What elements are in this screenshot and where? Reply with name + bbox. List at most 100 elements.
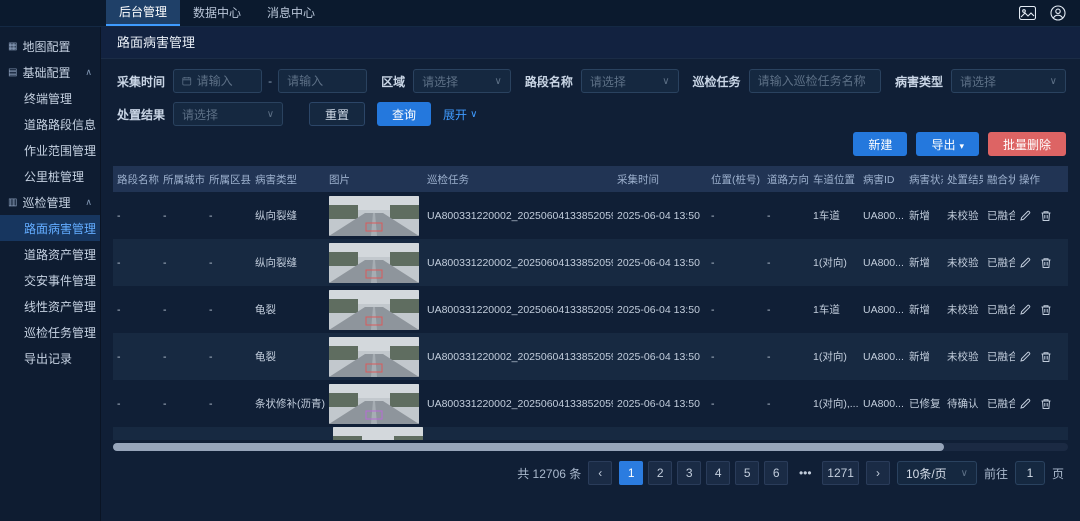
cell-city: - (159, 304, 205, 316)
sidebar-item[interactable]: 交安事件管理 (0, 267, 100, 293)
sidebar-item[interactable]: 作业范围管理 (0, 137, 100, 163)
date-end-input[interactable] (287, 74, 358, 88)
edit-icon[interactable] (1019, 257, 1031, 269)
cell-image (325, 384, 423, 424)
cell-dir: - (763, 351, 809, 363)
region-select[interactable]: 请选择 ∨ (413, 69, 511, 93)
goto-label: 前往 (984, 465, 1008, 482)
cell-road: - (113, 398, 159, 410)
sidebar-item-label: 公里桩管理 (24, 168, 84, 185)
search-button[interactable]: 查询 (377, 102, 431, 126)
edit-icon[interactable] (1019, 210, 1031, 222)
task-input-wrap[interactable] (749, 69, 881, 93)
delete-icon[interactable] (1040, 398, 1052, 410)
edit-icon[interactable] (1019, 398, 1031, 410)
road-name-select[interactable]: 请选择 ∨ (581, 69, 679, 93)
sidebar-item[interactable]: 终端管理 (0, 85, 100, 111)
app-window: 后台管理 数据中心 消息中心 ▦地图配置▤基础配置∧终端管理道路路段信息作业范围… (0, 0, 1080, 521)
edit-icon[interactable] (1019, 304, 1031, 316)
delete-icon[interactable] (1040, 257, 1052, 269)
date-end-input-wrap[interactable] (278, 69, 367, 93)
table-row: ---条状修补(沥青)UA800331220002_20250604133852… (113, 380, 1068, 427)
horizontal-scrollbar[interactable] (113, 443, 1068, 451)
create-button[interactable]: 新建 (853, 132, 907, 156)
delete-icon[interactable] (1040, 304, 1052, 316)
batch-delete-button[interactable]: 批量删除 (988, 132, 1066, 156)
calendar-icon (182, 75, 192, 87)
sidebar-item[interactable]: 导出记录 (0, 345, 100, 371)
goto-page-input[interactable] (1015, 461, 1045, 485)
page-button-4[interactable]: 4 (706, 461, 730, 485)
cell-operations (1015, 257, 1059, 269)
sidebar-item[interactable]: 道路资产管理 (0, 241, 100, 267)
table-row: ---龟裂UA800331220002_20250604133852059202… (113, 286, 1068, 333)
sidebar-item[interactable]: ▤基础配置∧ (0, 59, 100, 85)
export-button[interactable]: 导出▾ (916, 132, 979, 156)
cell-county: - (205, 398, 251, 410)
tab-data-center[interactable]: 数据中心 (180, 0, 254, 26)
page-button-1271[interactable]: 1271 (822, 461, 859, 485)
cell-time: 2025-06-04 13:50 (613, 257, 707, 269)
page-size-select[interactable]: 10条/页 ∨ (897, 461, 977, 485)
road-photo-thumbnail[interactable] (329, 337, 419, 377)
tab-message-center[interactable]: 消息中心 (254, 0, 328, 26)
road-photo-thumbnail[interactable] (329, 290, 419, 330)
page-button-6[interactable]: 6 (764, 461, 788, 485)
result-select-placeholder: 请选择 (182, 106, 218, 123)
disease-type-select-placeholder: 请选择 (960, 73, 996, 90)
road-photo-thumbnail[interactable] (329, 384, 419, 424)
column-header: 所属区县 (205, 172, 251, 187)
date-start-input[interactable] (197, 74, 254, 88)
expand-filters-link[interactable]: 展开 ∨ (443, 106, 477, 123)
page-button-3[interactable]: 3 (677, 461, 701, 485)
sidebar-item[interactable]: 道路路段信息 (0, 111, 100, 137)
sidebar-item-label: 巡检管理 (22, 194, 70, 211)
task-input[interactable] (758, 74, 872, 88)
scrollbar-thumb[interactable] (113, 443, 944, 451)
page-button-5[interactable]: 5 (735, 461, 759, 485)
delete-icon[interactable] (1040, 210, 1052, 222)
cell-city: - (159, 398, 205, 410)
column-header: 融合状态 (983, 172, 1015, 187)
tab-backend-management[interactable]: 后台管理 (106, 0, 180, 26)
sidebar-item-label: 作业范围管理 (24, 142, 96, 159)
expand-filters-label: 展开 (443, 106, 467, 123)
disease-type-select[interactable]: 请选择 ∨ (951, 69, 1066, 93)
sidebar-item[interactable]: ▥巡检管理∧ (0, 189, 100, 215)
cell-city: - (159, 210, 205, 222)
cell-image (325, 290, 423, 330)
road-photo-thumbnail[interactable] (329, 243, 419, 283)
page-button-1[interactable]: 1 (619, 461, 643, 485)
column-header: 路段名称 (113, 172, 159, 187)
page-ellipsis[interactable]: ••• (793, 461, 817, 485)
result-select[interactable]: 请选择 ∨ (173, 102, 283, 126)
edit-icon[interactable] (1019, 351, 1031, 363)
export-button-label: 导出 (931, 138, 955, 152)
prev-page-button[interactable]: ‹ (588, 461, 612, 485)
inspection-icon: ▥ (8, 197, 17, 208)
reset-button[interactable]: 重置 (309, 102, 365, 126)
image-icon[interactable] (1019, 6, 1036, 20)
column-header: 巡检任务 (423, 172, 613, 187)
date-start-input-wrap[interactable] (173, 69, 262, 93)
road-photo-thumbnail[interactable] (329, 196, 419, 236)
sidebar-item[interactable]: 巡检任务管理 (0, 319, 100, 345)
cell-lane: 1车道 (809, 302, 859, 317)
column-header: 道路方向 (763, 172, 809, 187)
next-page-button[interactable]: › (866, 461, 890, 485)
user-avatar-icon[interactable] (1050, 5, 1066, 21)
cell-lane: 1(对向) (809, 349, 859, 364)
sidebar-item[interactable]: ▦地图配置 (0, 33, 100, 59)
cell-task: UA800331220002_20250604133852059 (423, 257, 613, 269)
chevron-down-icon: ∨ (267, 109, 274, 120)
road-photo-thumbnail[interactable] (333, 427, 423, 440)
delete-icon[interactable] (1040, 351, 1052, 363)
sidebar-item[interactable]: 线性资产管理 (0, 293, 100, 319)
date-range-separator: - (268, 74, 272, 88)
page-button-2[interactable]: 2 (648, 461, 672, 485)
sidebar-item[interactable]: 路面病害管理 (0, 215, 100, 241)
chevron-down-icon: ∨ (662, 76, 669, 87)
sidebar-item[interactable]: 公里桩管理 (0, 163, 100, 189)
cell-pos: - (707, 257, 763, 269)
table-row: ---纵向裂缝UA800331220002_202506041338520592… (113, 192, 1068, 239)
